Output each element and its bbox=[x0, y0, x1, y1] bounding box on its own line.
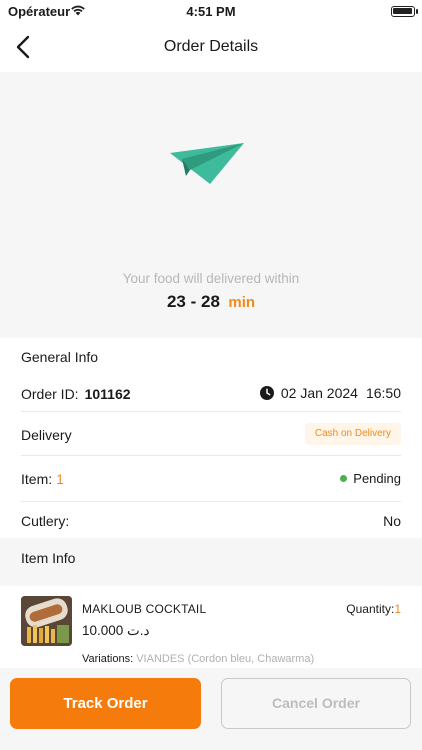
food-image-icon bbox=[21, 596, 72, 646]
status-dot-icon bbox=[340, 475, 348, 482]
divider bbox=[21, 501, 401, 502]
item-variations: Variations: VIANDES (Cordon bleu, Chawar… bbox=[82, 653, 314, 665]
eta-caption: Your food will delivered within bbox=[122, 271, 300, 286]
item-count-row: Item: 1 bbox=[21, 471, 64, 487]
navigation-bar: Order Details bbox=[0, 24, 422, 70]
action-bar: Track Order Cancel Order bbox=[0, 668, 422, 750]
order-date: 02 Jan 2024 bbox=[280, 385, 358, 401]
item-quantity-value: 1 bbox=[394, 602, 401, 616]
general-info-heading: General Info bbox=[21, 349, 99, 365]
eta-value: 23 - 28 min bbox=[0, 292, 422, 312]
item-name: MAKLOUB COCKTAIL bbox=[82, 602, 207, 616]
status-bar: Opérateur 4:51 PM bbox=[0, 0, 422, 24]
order-datetime: 02 Jan 2024 16:50 bbox=[259, 385, 401, 401]
order-time: 16:50 bbox=[365, 385, 401, 401]
clock-time: 4:51 PM bbox=[186, 4, 236, 19]
cancel-order-button[interactable]: Cancel Order bbox=[221, 678, 411, 729]
cutlery-value: No bbox=[383, 513, 401, 529]
paper-plane-icon bbox=[170, 143, 244, 184]
status-text: Pending bbox=[353, 471, 401, 486]
payment-method-badge: Cash on Delivery bbox=[304, 423, 401, 445]
eta-unit: min bbox=[228, 294, 256, 311]
delivery-eta-panel: Your food will delivered within 23 - 28 … bbox=[0, 72, 422, 338]
variations-value: VIANDES (Cordon bleu, Chawarma) bbox=[136, 653, 315, 665]
item-count-label: Item: bbox=[21, 471, 53, 487]
page-title: Order Details bbox=[163, 38, 259, 55]
order-id-row: Order ID: 101162 bbox=[21, 386, 131, 402]
item-price: 10.000 د.ت bbox=[82, 623, 150, 638]
delivery-label: Delivery bbox=[21, 427, 72, 443]
list-item: MAKLOUB COCKTAIL Quantity:1 10.000 د.ت V… bbox=[0, 586, 422, 668]
track-order-button[interactable]: Track Order bbox=[10, 678, 201, 729]
item-quantity-label: Quantity: bbox=[346, 602, 395, 616]
cutlery-label: Cutlery: bbox=[21, 513, 70, 529]
item-quantity: Quantity:1 bbox=[346, 602, 401, 616]
order-id-value: 101162 bbox=[84, 386, 131, 402]
item-count-value: 1 bbox=[56, 471, 64, 487]
status-badge: Pending bbox=[340, 471, 401, 486]
divider bbox=[21, 455, 401, 456]
order-id-label: Order ID: bbox=[21, 386, 79, 402]
item-info-heading: Item Info bbox=[21, 550, 76, 566]
divider bbox=[21, 411, 401, 412]
variations-label: Variations: bbox=[82, 653, 134, 665]
item-thumbnail bbox=[21, 596, 72, 646]
clock-icon bbox=[259, 386, 274, 400]
battery-icon bbox=[391, 6, 418, 17]
eta-range: 23 - 28 bbox=[166, 292, 220, 311]
